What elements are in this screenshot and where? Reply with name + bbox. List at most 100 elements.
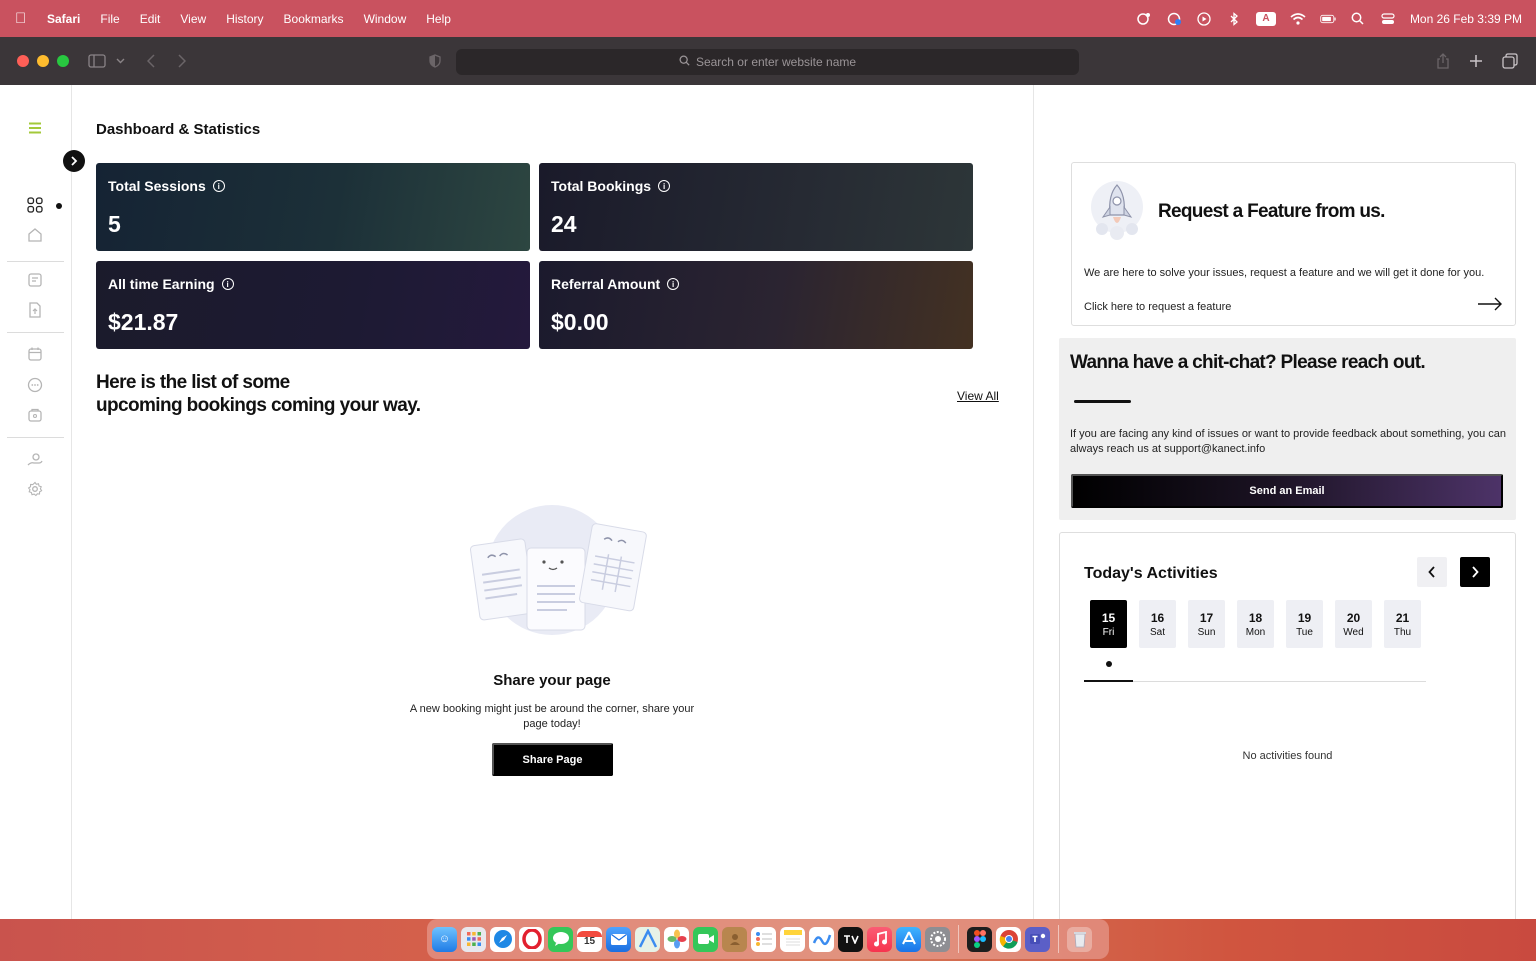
minimize-window-button[interactable]: [37, 55, 49, 67]
chevron-right-icon: [71, 156, 78, 166]
reminders-icon[interactable]: [751, 926, 776, 952]
stat-label: Total Sessions: [108, 178, 206, 194]
menu-bookmarks[interactable]: Bookmarks: [284, 12, 344, 26]
menu-file[interactable]: File: [100, 12, 119, 26]
facetime-icon[interactable]: [693, 926, 718, 952]
menu-edit[interactable]: Edit: [140, 12, 161, 26]
heading-line-2: upcoming bookings coming your way: [96, 395, 416, 416]
safari-compass-icon[interactable]: [490, 926, 515, 952]
web-page: Dashboard & Statistics Total Sessions i 5…: [0, 85, 1536, 919]
figma-icon[interactable]: [967, 926, 992, 952]
notes-app-icon[interactable]: [780, 926, 805, 952]
wifi-icon[interactable]: [1290, 11, 1306, 27]
back-icon[interactable]: [141, 51, 161, 71]
dashboard-grid-icon[interactable]: [25, 195, 45, 215]
maps-icon[interactable]: [635, 926, 660, 952]
contacts-icon[interactable]: [722, 926, 747, 952]
launchpad-icon[interactable]: [461, 926, 486, 952]
chevron-down-icon[interactable]: [110, 51, 130, 71]
battery-icon[interactable]: [1320, 11, 1336, 27]
menu-window[interactable]: Window: [364, 12, 407, 26]
app-store-icon[interactable]: [896, 926, 921, 952]
arrow-right-icon[interactable]: [1477, 297, 1503, 311]
rocket-icon: [1086, 177, 1148, 243]
day-chip-15[interactable]: 15 Fri: [1090, 600, 1127, 648]
previous-week-button[interactable]: [1417, 557, 1447, 587]
calendar-icon[interactable]: [25, 344, 45, 364]
input-source-icon[interactable]: A: [1255, 11, 1276, 26]
day-chip-19[interactable]: 19 Tue: [1286, 600, 1323, 648]
chat-bubble-icon[interactable]: [25, 375, 45, 395]
mail-icon[interactable]: [606, 926, 631, 952]
play-icon[interactable]: [1196, 11, 1212, 27]
day-of-week: Fri: [1102, 626, 1115, 638]
day-chip-17[interactable]: 17 Sun: [1188, 600, 1225, 648]
apple-icon[interactable]: : [15, 10, 35, 27]
handshake-icon[interactable]: [25, 450, 45, 470]
wallet-icon[interactable]: [25, 405, 45, 425]
bluetooth-icon[interactable]: [1226, 11, 1242, 27]
system-settings-icon[interactable]: [925, 926, 950, 952]
privacy-shield-icon[interactable]: [425, 51, 445, 71]
chrome-icon[interactable]: [996, 926, 1021, 952]
day-of-week: Sat: [1149, 626, 1165, 638]
teams-icon[interactable]: [1025, 926, 1050, 952]
apple-tv-icon[interactable]: [838, 926, 863, 952]
opera-icon[interactable]: [519, 926, 544, 952]
menu-clock[interactable]: Mon 26 Feb 3:39 PM: [1410, 12, 1522, 26]
day-chip-18[interactable]: 18 Mon: [1237, 600, 1274, 648]
zoom-window-button[interactable]: [57, 55, 69, 67]
request-feature-card[interactable]: Request a Feature from us. We are here t…: [1071, 162, 1516, 326]
info-icon[interactable]: i: [212, 180, 225, 192]
sidebar-expand-button[interactable]: [63, 150, 85, 172]
share-icon[interactable]: [1433, 51, 1453, 71]
notes-icon[interactable]: [25, 270, 45, 290]
info-icon[interactable]: i: [667, 278, 680, 290]
grammarly-icon[interactable]: [1136, 11, 1152, 27]
home-icon[interactable]: [25, 225, 45, 245]
stat-value: $0.00: [551, 309, 609, 335]
menu-app-name[interactable]: Safari: [47, 12, 80, 26]
upcoming-bookings-heading: Here is the list of some upcoming bookin…: [96, 372, 421, 416]
freeform-icon[interactable]: [809, 926, 834, 952]
spotlight-search-icon[interactable]: [1350, 11, 1366, 27]
music-icon[interactable]: [867, 926, 892, 952]
calendar-app-day: 15: [583, 936, 596, 947]
settings-gear-icon[interactable]: [25, 479, 45, 499]
address-bar[interactable]: Search or enter website name: [456, 49, 1079, 75]
send-email-button[interactable]: Send an Email: [1071, 474, 1503, 508]
stat-value: $21.87: [108, 309, 179, 335]
sidebar-toggle-icon[interactable]: [87, 51, 107, 71]
calendar-app-icon[interactable]: 15: [577, 926, 602, 952]
trash-icon[interactable]: [1067, 926, 1092, 952]
day-chip-16[interactable]: 16 Sat: [1139, 600, 1176, 648]
forward-icon[interactable]: [172, 51, 192, 71]
browser-toolbar: Search or enter website name: [0, 37, 1536, 85]
messages-icon[interactable]: [548, 926, 573, 952]
info-icon[interactable]: i: [221, 278, 234, 290]
next-week-button[interactable]: [1460, 557, 1490, 587]
menu-view[interactable]: View: [180, 12, 206, 26]
close-window-button[interactable]: [17, 55, 29, 67]
hamburger-menu-icon[interactable]: [25, 118, 45, 138]
day-chip-21[interactable]: 21 Thu: [1384, 600, 1421, 648]
share-page-button[interactable]: Share Page: [492, 743, 613, 776]
menu-help[interactable]: Help: [426, 12, 451, 26]
request-feature-link[interactable]: Click here to request a feature: [1084, 301, 1231, 313]
day-number: 19: [1297, 610, 1312, 625]
day-number: 15: [1101, 610, 1116, 625]
cloud-sync-icon[interactable]: [1166, 11, 1182, 27]
day-chip-20[interactable]: 20 Wed: [1335, 600, 1372, 648]
tab-overview-icon[interactable]: [1500, 51, 1520, 71]
view-all-link[interactable]: View All: [957, 389, 999, 403]
finder-icon[interactable]: ☺: [432, 926, 457, 952]
info-icon[interactable]: i: [658, 180, 671, 192]
control-center-icon[interactable]: [1380, 11, 1396, 27]
new-tab-icon[interactable]: [1466, 51, 1486, 71]
day-of-week: Mon: [1245, 626, 1266, 638]
chevron-right-icon: [1472, 566, 1479, 578]
photos-icon[interactable]: [664, 926, 689, 952]
day-of-week: Sun: [1197, 626, 1216, 638]
document-upload-icon[interactable]: [25, 300, 45, 320]
menu-history[interactable]: History: [226, 12, 263, 26]
